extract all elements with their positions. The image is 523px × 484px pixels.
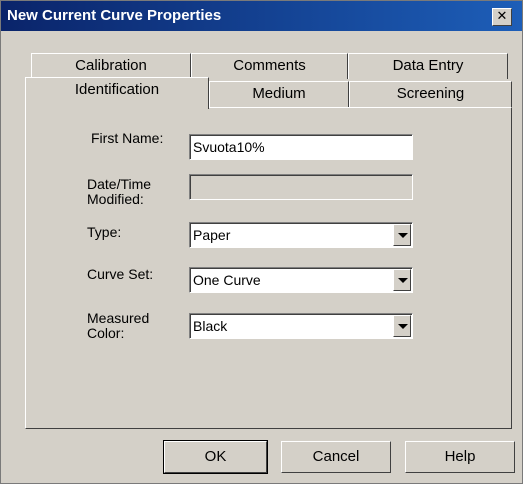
date-modified-label-line1: Date/Time: [87, 176, 152, 192]
tab-data-entry[interactable]: Data Entry: [348, 53, 508, 79]
tab-screening[interactable]: Screening: [349, 81, 512, 107]
type-label: Type:: [87, 224, 122, 240]
measured-color-dropdown[interactable]: Black: [189, 313, 413, 339]
chevron-down-icon[interactable]: [393, 315, 411, 337]
window-title: New Current Curve Properties: [7, 7, 222, 24]
tab-comments[interactable]: Comments: [191, 53, 348, 79]
tab-identification[interactable]: Identification: [25, 77, 209, 109]
tab-label: Medium: [252, 85, 306, 102]
type-value: Paper: [193, 227, 231, 243]
cancel-button[interactable]: Cancel: [281, 441, 391, 473]
measured-color-value: Black: [193, 318, 228, 334]
close-button[interactable]: ✕: [492, 8, 512, 26]
title-bar: New Current Curve Properties ✕: [1, 1, 522, 31]
first-name-label: First Name:: [91, 130, 164, 146]
tab-label: Identification: [74, 81, 160, 98]
help-button[interactable]: Help: [405, 441, 515, 473]
measured-color-label-line1: Measured: [87, 310, 150, 326]
ok-button-label: OK: [204, 448, 227, 465]
measured-color-label: Measured Color:: [87, 311, 149, 341]
date-modified-label-line2: Modified:: [87, 191, 144, 207]
cancel-button-label: Cancel: [312, 448, 360, 465]
tab-label: Calibration: [75, 57, 147, 74]
chevron-down-icon[interactable]: [393, 224, 411, 246]
first-name-value: Svuota10%: [193, 139, 265, 155]
curve-set-value: One Curve: [193, 272, 261, 288]
close-icon: ✕: [496, 9, 508, 24]
curve-properties-dialog: New Current Curve Properties ✕ Calibrati…: [0, 0, 523, 484]
help-button-label: Help: [444, 448, 476, 465]
date-modified-label: Date/Time Modified:: [87, 177, 151, 207]
tab-medium[interactable]: Medium: [209, 81, 349, 107]
tab-label: Data Entry: [392, 57, 464, 74]
curve-set-label: Curve Set:: [87, 266, 154, 282]
tab-label: Screening: [396, 85, 465, 102]
tab-calibration[interactable]: Calibration: [31, 53, 191, 79]
chevron-down-icon[interactable]: [393, 269, 411, 291]
date-modified-field: [189, 174, 413, 200]
ok-button[interactable]: OK: [163, 440, 268, 474]
tab-label: Comments: [233, 57, 306, 74]
measured-color-label-line2: Color:: [87, 325, 125, 341]
first-name-input[interactable]: Svuota10%: [189, 134, 413, 160]
curve-set-dropdown[interactable]: One Curve: [189, 267, 413, 293]
type-dropdown[interactable]: Paper: [189, 222, 413, 248]
